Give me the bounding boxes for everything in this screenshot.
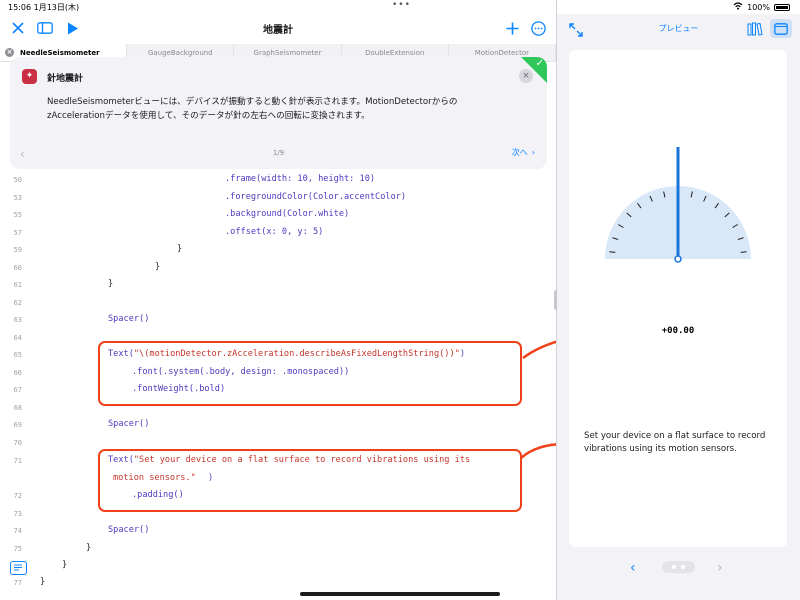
code-line: 60} bbox=[13, 262, 161, 272]
code-line: 69 Spacer() bbox=[13, 419, 150, 429]
code-line: 70 bbox=[13, 439, 22, 447]
code-line: 75} bbox=[13, 543, 92, 553]
highlight-box-message bbox=[98, 449, 522, 512]
gauge-tick bbox=[740, 251, 747, 253]
preview-next-icon[interactable]: › bbox=[717, 560, 723, 576]
preview-toggle-icon[interactable] bbox=[770, 19, 792, 38]
status-right: 100% bbox=[733, 2, 790, 12]
preview-pane: プレビュー +00.00 Set your device on a flat s… bbox=[557, 14, 800, 600]
tab-close-icon[interactable]: × bbox=[5, 48, 14, 57]
instruction-text: Set your device on a flat surface to rec… bbox=[584, 431, 766, 454]
page-dots[interactable] bbox=[662, 561, 695, 573]
plus-icon[interactable] bbox=[502, 18, 522, 38]
page-dot bbox=[681, 565, 685, 569]
status-bar: 15:06 1月13日(木) ••• 100% bbox=[0, 0, 800, 14]
code-line: 63 Spacer() bbox=[13, 314, 150, 324]
code-line: 61} bbox=[13, 279, 114, 289]
code-line: 55 .background(Color.white) bbox=[13, 209, 350, 219]
chevron-right-icon: › bbox=[531, 148, 535, 157]
highlight-box-readout bbox=[98, 341, 522, 406]
live-preview[interactable]: +00.00 Set your device on a flat surface… bbox=[569, 50, 787, 547]
app-root: 15:06 1月13日(木) ••• 100% 地震計 × NeedleSeis… bbox=[0, 0, 800, 600]
ellipsis-icon[interactable] bbox=[528, 18, 548, 38]
library-icon[interactable] bbox=[747, 21, 763, 40]
code-line: 53 .foregroundColor(Color.accentColor) bbox=[13, 192, 407, 202]
page-dot bbox=[672, 565, 676, 569]
battery-icon bbox=[774, 3, 790, 11]
battery-percent: 100% bbox=[747, 2, 770, 12]
guide-close-icon[interactable]: × bbox=[519, 69, 533, 83]
home-indicator[interactable] bbox=[300, 592, 500, 596]
editor-toolbar: 地震計 bbox=[0, 14, 556, 42]
checkmark-icon: ✓ bbox=[535, 58, 544, 69]
code-line: 59} bbox=[13, 244, 183, 254]
preview-title: プレビュー bbox=[658, 24, 699, 33]
code-line: 74 Spacer() bbox=[13, 525, 150, 535]
guide-card: ✓ × ✦ 針地震計 NeedleSeismometerビューには、デバイスが振… bbox=[10, 57, 547, 169]
z-acceleration-readout: +00.00 bbox=[661, 326, 695, 336]
multitask-dots[interactable]: ••• bbox=[392, 0, 411, 10]
code-line: 62 bbox=[13, 299, 22, 307]
code-line: 57 .offset(x: 0, y: 5) bbox=[13, 227, 324, 237]
page-indicator: 1/9 bbox=[272, 149, 285, 157]
status-time: 15:06 1月13日(木) bbox=[8, 3, 80, 12]
code-line: 50 .frame(width: 10, height: 10) bbox=[13, 174, 376, 184]
guide-body: NeedleSeismometerビューには、デバイスが振動すると動く針が表示さ… bbox=[47, 97, 458, 121]
seismometer-icon: ✦ bbox=[22, 69, 37, 84]
document-title: 地震計 bbox=[263, 25, 293, 36]
needle-gauge bbox=[605, 147, 751, 263]
doc-list-icon[interactable] bbox=[10, 561, 27, 575]
needle-pivot bbox=[674, 255, 682, 263]
gauge-tick bbox=[609, 251, 616, 253]
code-line: 76} bbox=[14, 560, 68, 570]
preview-prev-icon[interactable]: ‹ bbox=[630, 560, 636, 576]
next-page-button[interactable]: 次へ › bbox=[512, 147, 535, 158]
code-line: 77} bbox=[13, 577, 46, 587]
guide-title: 針地震計 bbox=[47, 74, 84, 84]
wifi-icon bbox=[733, 2, 743, 12]
